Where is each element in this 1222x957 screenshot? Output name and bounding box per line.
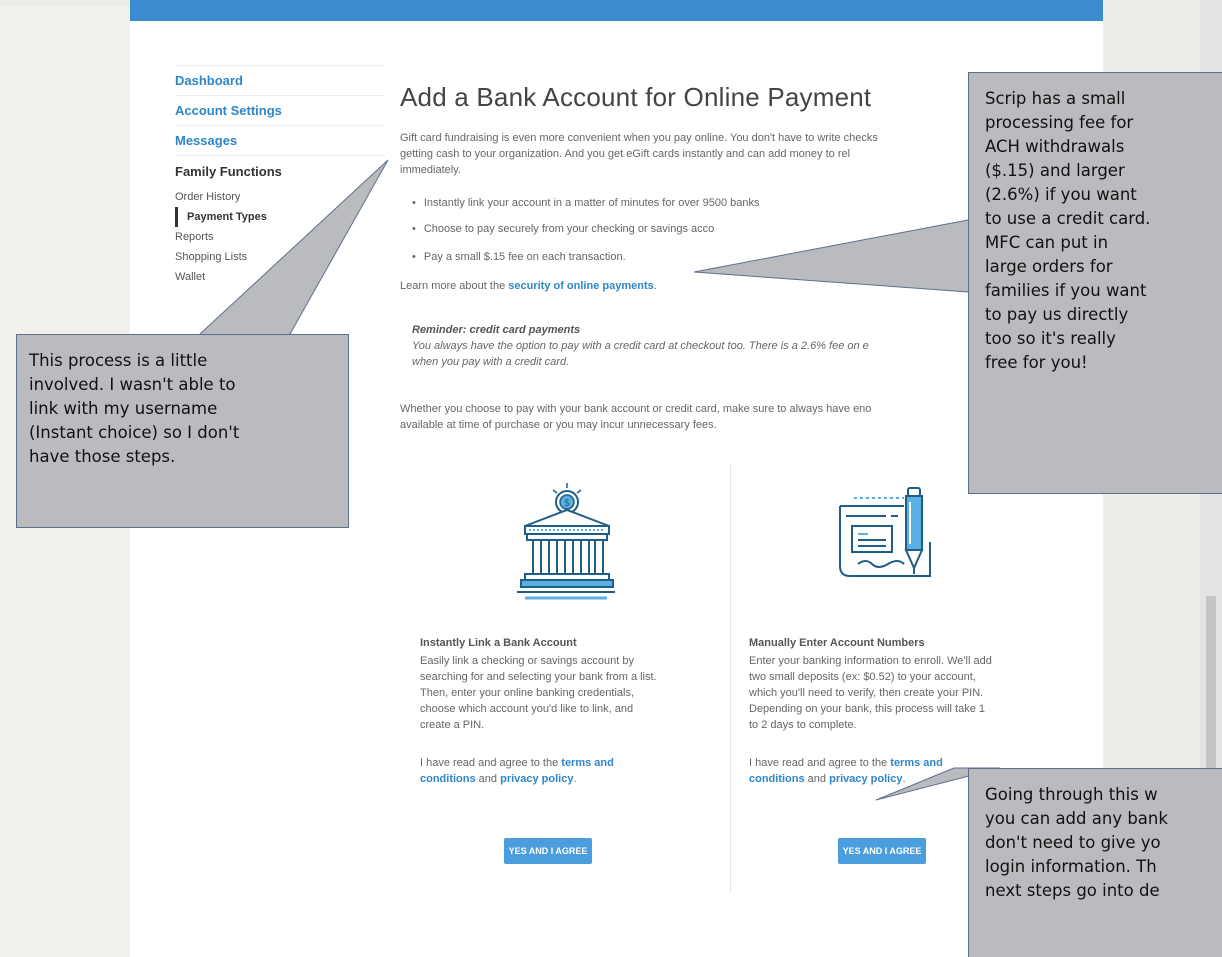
callout-line: families if you want <box>985 281 1147 300</box>
desc-line: searching for and selecting your bank fr… <box>420 671 657 683</box>
sidebar-section-family-functions: Family Functions <box>175 155 385 187</box>
yes-agree-instant-button[interactable]: YES AND I AGREE <box>504 838 592 864</box>
callout-line: ACH withdrawals <box>985 137 1125 156</box>
callout-line: link with my username <box>29 399 218 418</box>
desc-line: which you'll need to verify, then create… <box>749 687 984 699</box>
period: . <box>902 773 906 785</box>
callout-line: login information. Th <box>985 857 1157 876</box>
callout-line: This process is a little <box>29 351 208 370</box>
callout-line: processing fee for <box>985 113 1134 132</box>
bullet-item: Pay a small $.15 fee on each transaction… <box>412 251 626 263</box>
desc-line: create a PIN. <box>420 719 485 731</box>
callout-line: have those steps. <box>29 447 176 466</box>
agree-text-instant: I have read and agree to the terms and c… <box>420 755 710 787</box>
terms-link[interactable]: terms and <box>561 757 614 769</box>
whether-line-1: Whether you choose to pay with your bank… <box>400 403 872 415</box>
sidebar: Dashboard Account Settings Messages Fami… <box>175 65 385 287</box>
left-callout: This process is a little involved. I was… <box>16 334 349 528</box>
right-callout: Scrip has a small processing fee for ACH… <box>968 72 1222 494</box>
callout-line: free for you! <box>985 353 1088 372</box>
option-desc-instant: Easily link a checking or savings accoun… <box>420 653 710 733</box>
and-text: and <box>478 773 498 785</box>
desc-line: Depending on your bank, this process wil… <box>749 703 986 715</box>
callout-line: to pay us directly <box>985 305 1129 324</box>
conditions-link[interactable]: conditions <box>749 773 805 785</box>
desc-line: Enter your banking information to enroll… <box>749 655 992 667</box>
yes-agree-manual-button[interactable]: YES AND I AGREE <box>838 838 926 864</box>
sidebar-item-account-settings[interactable]: Account Settings <box>175 95 385 125</box>
sidebar-item-messages[interactable]: Messages <box>175 125 385 155</box>
intro-line-2: getting cash to your organization. And y… <box>400 148 851 160</box>
agree-prefix: I have read and agree to the <box>749 757 888 769</box>
bottom-callout: Going through this w you can add any ban… <box>968 768 1222 957</box>
callout-line: MFC can put in <box>985 233 1109 252</box>
sidebar-item-payment-types[interactable]: Payment Types <box>175 207 385 227</box>
learn-more-prefix: Learn more about the <box>400 280 506 292</box>
sidebar-item-reports[interactable]: Reports <box>175 227 385 247</box>
and-text: and <box>807 773 827 785</box>
agree-prefix: I have read and agree to the <box>420 757 559 769</box>
bank-icon: $ <box>517 483 615 600</box>
desc-line: Easily link a checking or savings accoun… <box>420 655 634 667</box>
terms-link[interactable]: terms and <box>890 757 943 769</box>
sidebar-item-dashboard[interactable]: Dashboard <box>175 65 385 95</box>
callout-line: (2.6%) if you want <box>985 185 1137 204</box>
check-icon <box>839 487 931 577</box>
callout-line: too so it's really <box>985 329 1116 348</box>
callout-line: you can add any bank <box>985 809 1168 828</box>
privacy-link[interactable]: privacy policy <box>829 773 902 785</box>
callout-line: Scrip has a small <box>985 89 1126 108</box>
header-bar <box>130 0 1103 21</box>
svg-text:$: $ <box>564 498 570 509</box>
bullet-item: Choose to pay securely from your checkin… <box>412 223 714 235</box>
desc-line: two small deposits (ex: $0.52) to your a… <box>749 671 976 683</box>
callout-line: (Instant choice) so I don't <box>29 423 240 442</box>
column-divider <box>730 465 731 892</box>
callout-line: large orders for <box>985 257 1113 276</box>
whether-line-2: available at time of purchase or you may… <box>400 419 717 431</box>
page-title: Add a Bank Account for Online Payment <box>400 82 872 112</box>
learn-more-suffix: . <box>653 280 657 292</box>
conditions-link[interactable]: conditions <box>420 773 476 785</box>
sidebar-item-wallet[interactable]: Wallet <box>175 267 385 287</box>
desc-line: to 2 days to complete. <box>749 719 857 731</box>
sidebar-item-shopping-lists[interactable]: Shopping Lists <box>175 247 385 267</box>
bullet-item: Instantly link your account in a matter … <box>412 197 760 209</box>
intro-line-1: Gift card fundraising is even more conve… <box>400 132 878 144</box>
callout-line: don't need to give yo <box>985 833 1161 852</box>
callout-line: to use a credit card. <box>985 209 1151 228</box>
intro-line-3: immediately. <box>400 164 461 176</box>
desc-line: choose which account you'd like to link,… <box>420 703 634 715</box>
reminder-line-1: You always have the option to pay with a… <box>412 340 869 352</box>
callout-line: involved. I wasn't able to <box>29 375 236 394</box>
callout-line: ($.15) and larger <box>985 161 1125 180</box>
callout-line: Going through this w <box>985 785 1158 804</box>
sidebar-item-order-history[interactable]: Order History <box>175 187 385 207</box>
reminder-title: Reminder: credit card payments <box>412 324 581 336</box>
security-link[interactable]: security of online payments <box>508 280 653 292</box>
period: . <box>573 773 577 785</box>
option-title-instant: Instantly Link a Bank Account <box>420 637 577 649</box>
callout-line: next steps go into de <box>985 881 1160 900</box>
reminder-line-2: when you pay with a credit card. <box>412 356 570 368</box>
learn-more-text: Learn more about the security of online … <box>400 278 657 294</box>
desc-line: Then, enter your online banking credenti… <box>420 687 635 699</box>
option-desc-manual: Enter your banking information to enroll… <box>749 653 1039 733</box>
privacy-link[interactable]: privacy policy <box>500 773 573 785</box>
option-title-manual: Manually Enter Account Numbers <box>749 637 925 649</box>
